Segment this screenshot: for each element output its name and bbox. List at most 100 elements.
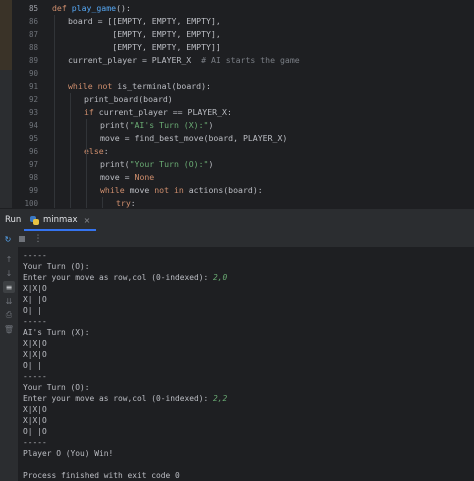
code-line[interactable]: board = [[EMPTY, EMPTY, EMPTY], — [68, 15, 221, 28]
console-line: Player O (You) Win! — [23, 448, 113, 459]
console-line: Process finished with exit code 0 — [23, 470, 180, 481]
console-text: Your Turn (O): — [23, 383, 90, 392]
console-text: ----- — [23, 372, 47, 381]
print-icon[interactable]: ⎙ — [3, 309, 15, 321]
code-line[interactable]: print("AI's Turn (X):") — [100, 119, 213, 132]
run-label: Run — [5, 215, 22, 225]
console-text: X|X|O — [23, 339, 47, 348]
soft-wrap-icon[interactable]: ≡ — [3, 281, 15, 293]
console-line: ----- — [23, 250, 47, 261]
run-tool-window-header: Run minmax × — [0, 208, 474, 232]
console-line: Enter your move as row,col (0-indexed): … — [23, 393, 227, 404]
line-number: 100 — [24, 199, 38, 208]
arrow-up-icon[interactable]: ↑ — [3, 253, 15, 265]
code-line[interactable]: def play_game(): — [52, 2, 131, 15]
console-text: Enter your move as row,col (0-indexed): — [23, 273, 214, 282]
console-text: Process finished with exit code 0 — [23, 471, 180, 480]
console-line: ----- — [23, 437, 47, 448]
code-area[interactable]: def play_game(): board = [[EMPTY, EMPTY, … — [40, 0, 474, 208]
line-number: 86 — [28, 17, 38, 26]
console-text: ----- — [23, 317, 47, 326]
line-number: 95 — [28, 134, 38, 143]
code-line[interactable]: while move not in actions(board): — [100, 184, 263, 197]
line-number: 91 — [28, 82, 38, 91]
indent-guide — [86, 119, 87, 208]
line-number: 98 — [28, 173, 38, 182]
console-text: ----- — [23, 438, 47, 447]
console-line: O| |O — [23, 426, 47, 437]
console-line: Enter your move as row,col (0-indexed): … — [23, 272, 227, 283]
code-line[interactable]: while not is_terminal(board): — [68, 80, 211, 93]
console-text: O| |O — [23, 427, 47, 436]
line-number: 97 — [28, 160, 38, 169]
python-file-icon — [30, 215, 39, 225]
line-number: 99 — [28, 186, 38, 195]
console-line: X|X|O — [23, 283, 47, 294]
line-number: 85 — [28, 4, 38, 13]
console-text: Player O (You) Win! — [23, 449, 114, 458]
console-line: O| | — [23, 305, 47, 316]
close-tab-icon[interactable]: × — [84, 216, 91, 225]
console-line: X|X|O — [23, 415, 47, 426]
code-line[interactable]: else: — [84, 145, 109, 158]
project-strip-accent — [0, 0, 12, 70]
stop-icon[interactable] — [16, 233, 28, 245]
console-text: O| | — [23, 306, 47, 315]
code-line[interactable]: if current_player == PLAYER_X: — [84, 106, 232, 119]
run-toolbar: ↻ ⋮ — [0, 232, 474, 247]
line-number: 87 — [28, 30, 38, 39]
project-strip — [0, 0, 12, 208]
line-number: 89 — [28, 56, 38, 65]
scroll-to-end-icon[interactable]: ⇊ — [3, 295, 15, 307]
console-line: X|X|O — [23, 338, 47, 349]
console-line: Your Turn (O): — [23, 382, 90, 393]
line-number: 90 — [28, 69, 38, 78]
line-number: 92 — [28, 95, 38, 104]
console-line: Your Turn (O): — [23, 261, 90, 272]
arrow-down-icon[interactable]: ↓ — [3, 267, 15, 279]
console-text: ----- — [23, 251, 47, 260]
line-number-gutter: 8586878889909192939495969798991001011021… — [12, 0, 40, 208]
line-number: 93 — [28, 108, 38, 117]
console-line: ----- — [23, 316, 47, 327]
console-text: X|X|O — [23, 284, 47, 293]
console-line: O| | — [23, 360, 47, 371]
trash-icon[interactable]: 🗑 — [3, 323, 15, 335]
console-side-toolbar: ↑ ↓ ≡ ⇊ ⎙ 🗑 — [0, 247, 18, 481]
indent-guide — [102, 197, 103, 208]
code-editor[interactable]: 8586878889909192939495969798991001011021… — [0, 0, 474, 208]
console-text: X| |O — [23, 295, 47, 304]
console-text: Enter your move as row,col (0-indexed): — [23, 394, 214, 403]
rerun-icon[interactable]: ↻ — [2, 233, 14, 245]
console-line: X|X|O — [23, 349, 47, 360]
code-line[interactable]: move = None — [100, 171, 154, 184]
indent-guide — [54, 15, 55, 208]
line-number: 94 — [28, 121, 38, 130]
user-input-text: 2,2 — [213, 394, 228, 403]
console-line: X|X|O — [23, 404, 47, 415]
code-line[interactable]: [EMPTY, EMPTY, EMPTY], — [68, 28, 220, 41]
console-line: X| |O — [23, 294, 47, 305]
code-line[interactable]: print_board(board) — [84, 93, 173, 106]
run-tab-label: minmax — [43, 215, 78, 225]
code-line[interactable]: current_player = PLAYER_X # AI starts th… — [68, 54, 300, 67]
code-line[interactable]: print("Your Turn (O):") — [100, 158, 213, 171]
console-text: X|X|O — [23, 405, 47, 414]
code-line[interactable]: move = find_best_move(board, PLAYER_X) — [100, 132, 287, 145]
console-text: X|X|O — [23, 416, 47, 425]
more-options-icon[interactable]: ⋮ — [32, 233, 44, 245]
console-line: AI's Turn (X): — [23, 327, 90, 338]
run-console-output[interactable]: ----- Your Turn (O): Enter your move as ro… — [18, 247, 474, 481]
user-input-text: 2,0 — [213, 273, 228, 282]
console-text: AI's Turn (X): — [23, 328, 90, 337]
console-text: Your Turn (O): — [23, 262, 90, 271]
indent-guide — [70, 93, 71, 208]
line-number: 96 — [28, 147, 38, 156]
code-line[interactable]: try: — [116, 197, 136, 208]
line-number: 88 — [28, 43, 38, 52]
console-line: ----- — [23, 371, 47, 382]
run-tab-minmax[interactable]: minmax × — [24, 211, 97, 231]
code-line[interactable]: [EMPTY, EMPTY, EMPTY]] — [68, 41, 220, 54]
console-text: O| | — [23, 361, 47, 370]
console-text: X|X|O — [23, 350, 47, 359]
